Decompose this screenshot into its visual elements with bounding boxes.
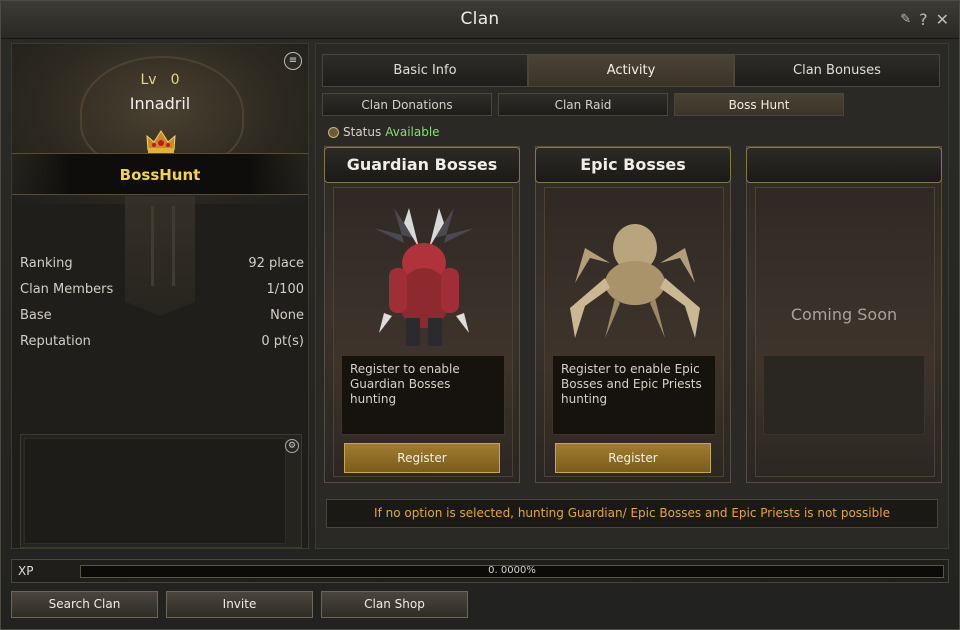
tab-activity[interactable]: Activity [528, 54, 734, 87]
stat-reputation: Reputation 0 pt(s) [20, 334, 304, 360]
pin-icon[interactable]: ✎ [900, 12, 911, 27]
titlebar-controls: ✎ ? ✕ [900, 10, 949, 29]
bottom-buttons: Search Clan Invite Clan Shop [11, 591, 468, 618]
clan-stats: Ranking 92 place Clan Members 1/100 Base… [20, 256, 304, 360]
status-line: Status Available [328, 125, 440, 139]
register-epic-button[interactable]: Register [555, 443, 711, 473]
crown-icon [146, 130, 176, 153]
tab-basic-info[interactable]: Basic Info [322, 54, 528, 87]
register-guardian-button[interactable]: Register [344, 443, 500, 473]
message-icon[interactable]: ≡ [284, 52, 302, 70]
card-description: Register to enable Epic Bosses and Epic … [552, 355, 716, 435]
stat-label: Clan Members [20, 282, 114, 297]
clan-info-panel: ≡ Lv 0 Innadril BossHunt Ranking 92 place… [11, 43, 309, 549]
xp-label: XP [18, 564, 34, 578]
stat-clan-members: Clan Members 1/100 [20, 282, 304, 308]
epic-boss-image [570, 224, 700, 338]
invite-button[interactable]: Invite [166, 591, 313, 618]
search-clan-button[interactable]: Search Clan [11, 591, 158, 618]
titlebar[interactable]: Clan ✎ ? ✕ [1, 1, 959, 39]
xp-value: 0. 0000% [488, 565, 536, 576]
card-header: Epic Bosses [535, 147, 731, 183]
coming-soon-label: Coming Soon [790, 305, 898, 324]
status-icon [328, 126, 339, 138]
clan-name-banner: BossHunt [12, 153, 308, 195]
clan-window: Clan ✎ ? ✕ ≡ Lv 0 Innadril BossHunt Ranki… [0, 0, 960, 630]
stat-value: 0 pt(s) [261, 334, 304, 349]
xp-bar: XP 0. 0000% [11, 559, 949, 583]
subtab-clan-raid[interactable]: Clan Raid [498, 93, 668, 116]
stat-ranking: Ranking 92 place [20, 256, 304, 282]
clan-name: BossHunt [119, 166, 201, 184]
close-icon[interactable]: ✕ [936, 10, 949, 29]
activity-panel: Basic Info Activity Clan Bonuses Clan Do… [315, 43, 949, 549]
guardian-boss-image [374, 208, 474, 346]
server-name: Innadril [129, 94, 191, 113]
card-header [746, 147, 942, 183]
card-description: Register to enable Guardian Bosses hunti… [341, 355, 505, 435]
stat-value: 1/100 [266, 282, 304, 297]
stat-value: None [270, 308, 304, 323]
level-value: 0 [170, 72, 180, 88]
epic-bosses-card: Epic Bosses Register to enable Epic Boss… [535, 146, 731, 483]
level-label: Lv [140, 72, 157, 88]
clan-notice-text[interactable] [24, 438, 286, 544]
sub-tabs: Clan Donations Clan Raid Boss Hunt [322, 93, 844, 116]
help-icon[interactable]: ? [919, 10, 928, 29]
xp-track: 0. 0000% [80, 565, 944, 578]
coming-soon-placeholder [763, 355, 925, 435]
stat-value: 92 place [248, 256, 304, 271]
tab-clan-bonuses[interactable]: Clan Bonuses [734, 54, 940, 87]
stat-label: Base [20, 308, 52, 323]
subtab-clan-donations[interactable]: Clan Donations [322, 93, 492, 116]
status-label: Status [343, 125, 382, 139]
stat-label: Ranking [20, 256, 73, 271]
stat-base: Base None [20, 308, 304, 334]
card-title: Epic Bosses [580, 155, 686, 174]
guardian-bosses-card: Guardian Bosses Register to enable Guard… [324, 146, 520, 483]
coming-soon-card: Coming Soon [746, 146, 942, 483]
notice-settings-icon[interactable]: ⚙ [285, 439, 299, 453]
clan-shop-button[interactable]: Clan Shop [321, 591, 468, 618]
clan-notice-box[interactable]: ⚙ [20, 434, 302, 548]
subtab-boss-hunt[interactable]: Boss Hunt [674, 93, 844, 116]
card-header: Guardian Bosses [324, 147, 520, 183]
window-title: Clan [460, 9, 500, 29]
status-value: Available [385, 125, 440, 139]
warning-message: If no option is selected, hunting Guardi… [326, 499, 938, 528]
clan-level: Lv 0 [12, 72, 308, 88]
main-tabs: Basic Info Activity Clan Bonuses [322, 54, 940, 87]
card-title: Guardian Bosses [346, 155, 498, 174]
stat-label: Reputation [20, 334, 91, 349]
